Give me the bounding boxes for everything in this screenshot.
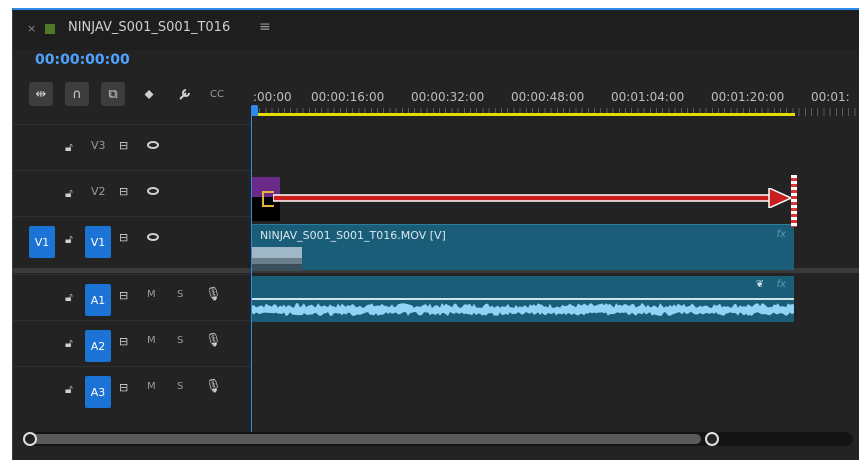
sync-lock-icon[interactable]: ⊟ [119, 289, 128, 302]
zoom-handle-right[interactable] [705, 432, 719, 446]
work-area-bar[interactable] [253, 113, 795, 116]
sequence-color-label [45, 24, 55, 34]
settings-wrench-icon[interactable] [173, 82, 197, 106]
mute-button[interactable]: M [147, 381, 156, 392]
clip-thumbnail [252, 247, 302, 271]
insert-edit-icon[interactable]: ⇹ [29, 82, 53, 106]
track-name-a2[interactable]: A2 [85, 330, 111, 362]
fx-badge-icon: fx [776, 229, 786, 240]
zoom-handle-left[interactable] [23, 432, 37, 446]
sequence-tab-name[interactable]: NINJAV_S001_S001_T016 [68, 20, 230, 35]
solo-button[interactable]: S [177, 335, 183, 346]
microphone-icon[interactable]: 🎙︎ [205, 379, 222, 394]
playhead-line [251, 114, 252, 432]
audio-clip[interactable]: ❦ fx [252, 276, 794, 322]
snap-magnet-icon[interactable]: ∩ [65, 82, 89, 106]
ruler-label: 00:01:20:00 [711, 90, 785, 104]
ruler-label: 00:00:48:00 [511, 90, 585, 104]
microphone-icon[interactable]: 🎙︎ [205, 333, 222, 348]
track-name-v3[interactable]: V3 [91, 139, 106, 152]
ruler-label: :00:00 [253, 90, 292, 104]
track-name-a3[interactable]: A3 [85, 376, 111, 408]
keyframe-icon: ❦ [755, 279, 764, 290]
time-ruler[interactable]: :00:00 00:00:16:00 00:00:32:00 00:00:48:… [251, 80, 859, 116]
lock-icon[interactable]: 🔓︎ [65, 140, 75, 154]
audio-waveform [252, 298, 794, 316]
eye-icon[interactable] [147, 187, 159, 195]
sync-lock-icon[interactable]: ⊟ [119, 231, 128, 244]
microphone-icon[interactable]: 🎙︎ [205, 287, 222, 302]
lock-icon[interactable]: 🔓︎ [65, 186, 75, 200]
track-name-v2[interactable]: V2 [91, 185, 106, 198]
sync-lock-icon[interactable]: ⊟ [119, 381, 128, 394]
sequence-tab-bar: × NINJAV_S001_S001_T016 ≡ [13, 10, 859, 50]
linked-selection-icon[interactable]: ⧉ [101, 82, 125, 106]
sync-lock-icon[interactable]: ⊟ [119, 335, 128, 348]
lock-icon[interactable]: 🔓︎ [65, 232, 75, 246]
solo-button[interactable]: S [177, 289, 183, 300]
lock-icon[interactable]: 🔓︎ [65, 336, 75, 350]
horizontal-zoom-scrollbar[interactable] [23, 432, 853, 446]
scrollbar-thumb[interactable] [31, 434, 701, 444]
close-tab-icon[interactable]: × [27, 22, 36, 35]
drag-direction-arrow [273, 188, 791, 208]
video-clip-name: NINJAV_S001_S001_T016.MOV [V] [260, 229, 446, 242]
lock-icon[interactable]: 🔓︎ [65, 382, 75, 396]
track-header-v1: V1 🔓︎ V1 ⊟ [13, 216, 251, 267]
track-header-a2: 🔓︎ A2 ⊟ M S 🎙︎ [13, 320, 251, 366]
panel-menu-icon[interactable]: ≡ [259, 19, 271, 35]
ruler-label: 00:00:16:00 [311, 90, 385, 104]
timeline-panel: × NINJAV_S001_S001_T016 ≡ 00:00:00:00 ⇹ … [12, 8, 859, 460]
sync-lock-icon[interactable]: ⊟ [119, 185, 128, 198]
track-name-a1[interactable]: A1 [85, 284, 111, 316]
captions-icon[interactable]: CC [205, 82, 229, 106]
fx-badge-icon: fx [776, 279, 786, 290]
track-name-v1[interactable]: V1 [85, 226, 111, 258]
track-header-a1: 🔓︎ A1 ⊟ M S 🎙︎ [13, 274, 251, 320]
solo-button[interactable]: S [177, 381, 183, 392]
track-header-v2: 🔓︎ V2 ⊟ [13, 170, 251, 216]
mute-button[interactable]: M [147, 289, 156, 300]
wrench-icon [179, 89, 190, 100]
ruler-label: 00:01: [811, 90, 850, 104]
lock-icon[interactable]: 🔓︎ [65, 290, 75, 304]
sync-lock-icon[interactable]: ⊟ [119, 139, 128, 152]
eye-icon[interactable] [147, 141, 159, 149]
mute-button[interactable]: M [147, 335, 156, 346]
source-patch-v1[interactable]: V1 [29, 226, 55, 258]
video-clip[interactable]: NINJAV_S001_S001_T016.MOV [V] fx [252, 224, 794, 271]
playhead-handle[interactable] [251, 105, 258, 116]
ruler-label: 00:01:04:00 [611, 90, 685, 104]
ruler-label: 00:00:32:00 [411, 90, 485, 104]
eye-icon[interactable] [147, 233, 159, 241]
clip-end-marker [791, 175, 797, 227]
add-marker-icon[interactable]: ⬥ [137, 82, 161, 106]
track-header-v3: 🔓︎ V3 ⊟ [13, 124, 251, 170]
playhead-timecode[interactable]: 00:00:00:00 [35, 52, 130, 68]
track-header-a3: 🔓︎ A3 ⊟ M S 🎙︎ [13, 366, 251, 412]
